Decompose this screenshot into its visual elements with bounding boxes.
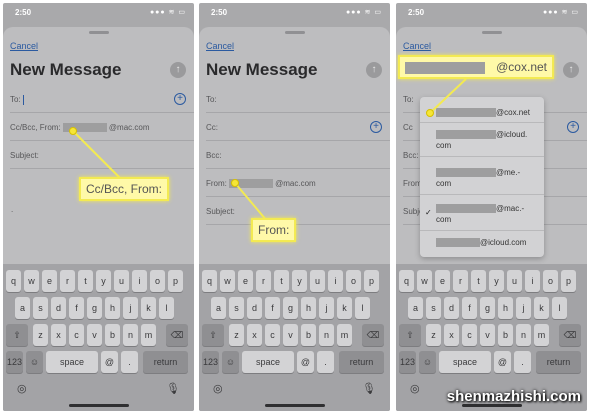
callout-dot-2: [231, 179, 239, 187]
callout-cox: @cox.net: [398, 55, 554, 79]
callout-cc-bcc-from: Cc/Bcc, From:: [79, 177, 170, 201]
callout-cox-label: @cox.net: [496, 60, 547, 74]
screenshot-panel-1: 2:50 ●●● ≋ ▭ Cancel New Message ↑ To: + …: [3, 3, 194, 411]
screenshot-panel-3: 2:50 ●●● ≋ ▭ Cancel ↑ To: Cc + Bcc: From…: [396, 3, 587, 411]
watermark: shenmazhishi.com: [446, 388, 581, 405]
redacted-username: [405, 62, 485, 74]
callout-from: From:: [251, 218, 297, 242]
screenshot-panel-2: 2:50 ●●● ≋ ▭ Cancel New Message ↑ To: Cc…: [199, 3, 390, 411]
callout-pointer-1: [72, 130, 122, 180]
callout-dot-1: [69, 127, 77, 135]
callout-dot-3: [426, 109, 434, 117]
callout-pointer-2: [234, 182, 268, 222]
